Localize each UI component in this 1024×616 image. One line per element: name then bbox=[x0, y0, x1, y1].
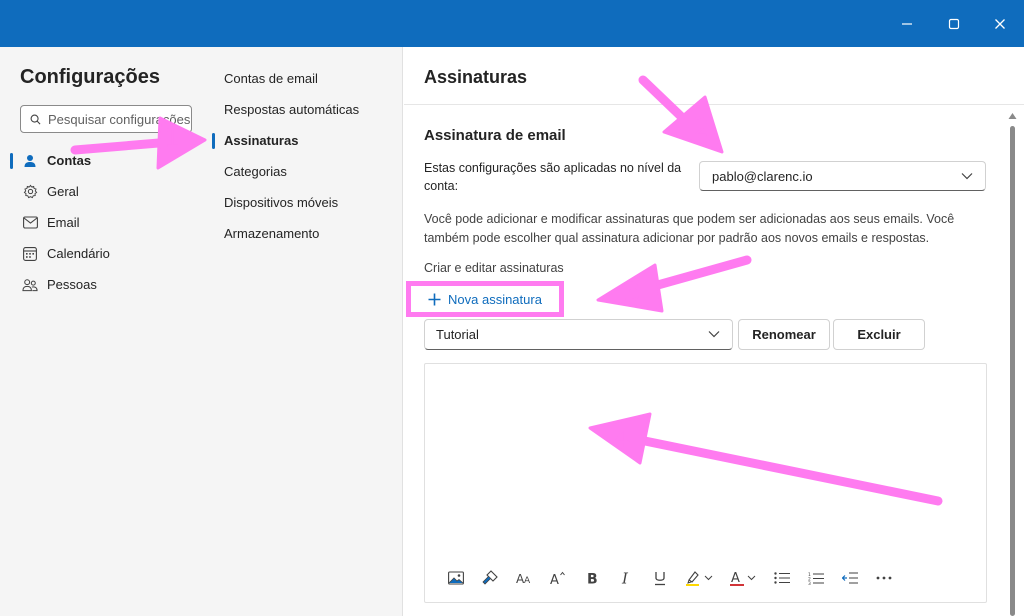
nav-item-label: Email bbox=[47, 215, 80, 230]
font-grow-icon[interactable]: A bbox=[541, 566, 575, 590]
italic-icon[interactable]: I bbox=[609, 566, 643, 590]
minimize-button[interactable] bbox=[884, 0, 930, 47]
chevron-down-icon bbox=[708, 331, 720, 338]
subnav-item-respostas-automaticas[interactable]: Respostas automáticas bbox=[212, 94, 402, 125]
delete-button[interactable]: Excluir bbox=[833, 319, 925, 350]
signatures-panel: Assinaturas Assinatura de email Estas co… bbox=[404, 47, 1024, 616]
underline-icon[interactable] bbox=[643, 566, 677, 590]
new-signature-button[interactable]: Nova assinatura bbox=[406, 281, 564, 317]
nav-item-email[interactable]: Email bbox=[0, 207, 200, 238]
highlight-icon[interactable] bbox=[677, 566, 721, 590]
title-bar bbox=[0, 0, 1024, 47]
minimize-icon bbox=[902, 22, 912, 25]
account-select[interactable]: pablo@clarenc.io bbox=[699, 161, 986, 191]
svg-text:I: I bbox=[621, 571, 629, 585]
mail-icon bbox=[22, 215, 38, 231]
svg-text:A: A bbox=[524, 576, 531, 585]
nav-item-label: Contas bbox=[47, 153, 92, 168]
svg-text:A: A bbox=[550, 573, 559, 585]
annotation-label-1: 1 bbox=[164, 124, 181, 154]
image-icon[interactable] bbox=[439, 566, 473, 590]
search-icon bbox=[30, 114, 41, 125]
scrollbar[interactable] bbox=[1010, 126, 1015, 616]
account-scope-label: Estas configurações são aplicadas no nív… bbox=[424, 161, 682, 193]
format-painter-icon[interactable] bbox=[473, 566, 507, 590]
annotation-label-3: 3 bbox=[624, 278, 641, 308]
font-color-icon[interactable]: A bbox=[721, 566, 765, 590]
person-icon bbox=[22, 153, 38, 169]
gear-icon bbox=[22, 184, 38, 200]
page-title: Assinaturas bbox=[424, 67, 528, 87]
outdent-icon[interactable] bbox=[833, 566, 867, 590]
close-icon bbox=[995, 18, 1005, 29]
font-size-icon[interactable]: AA bbox=[507, 566, 541, 590]
annotation-label-4: 4 bbox=[614, 424, 631, 454]
close-button[interactable] bbox=[977, 0, 1023, 47]
subnav-item-armazenamento[interactable]: Armazenamento bbox=[212, 218, 402, 249]
svg-text:3: 3 bbox=[808, 581, 811, 585]
panel-header: Assinaturas bbox=[404, 47, 1024, 105]
signature-select[interactable]: Tutorial bbox=[424, 319, 733, 350]
format-toolbar: AA A B I A 1 2 3 bbox=[439, 566, 901, 590]
rename-button[interactable]: Renomear bbox=[738, 319, 830, 350]
maximize-icon bbox=[948, 18, 960, 29]
subnav-item-dispositivos-moveis[interactable]: Dispositivos móveis bbox=[212, 187, 402, 218]
section-title: Assinatura de email bbox=[424, 127, 566, 144]
chevron-down-icon bbox=[747, 575, 756, 581]
settings-left-pane: Configurações Contas Geral Email bbox=[0, 47, 403, 616]
nav-item-label: Pessoas bbox=[47, 277, 97, 292]
signature-select-value: Tutorial bbox=[436, 327, 479, 342]
chevron-down-icon bbox=[961, 173, 973, 180]
maximize-button[interactable] bbox=[931, 0, 977, 47]
people-icon bbox=[22, 277, 38, 293]
create-edit-label: Criar e editar assinaturas bbox=[424, 261, 564, 275]
account-select-value: pablo@clarenc.io bbox=[712, 168, 813, 184]
chevron-down-icon bbox=[704, 575, 713, 581]
subnav-item-categorias[interactable]: Categorias bbox=[212, 156, 402, 187]
new-signature-label: Nova assinatura bbox=[448, 291, 542, 307]
bullets-icon[interactable] bbox=[765, 566, 799, 590]
nav-item-geral[interactable]: Geral bbox=[0, 176, 200, 207]
settings-subnav: Contas de email Respostas automáticas As… bbox=[212, 63, 402, 249]
nav-item-pessoas[interactable]: Pessoas bbox=[0, 269, 200, 300]
subnav-item-contas-de-email[interactable]: Contas de email bbox=[212, 63, 402, 94]
signature-description: Você pode adicionar e modificar assinatu… bbox=[424, 212, 955, 245]
svg-text:A: A bbox=[731, 571, 740, 586]
nav-item-label: Calendário bbox=[47, 246, 110, 261]
signature-editor[interactable]: AA A B I A 1 2 3 bbox=[424, 363, 987, 603]
settings-nav: Contas Geral Email Calendário Pessoas bbox=[0, 145, 200, 300]
bold-icon[interactable]: B bbox=[575, 566, 609, 590]
subnav-item-assinaturas[interactable]: Assinaturas bbox=[212, 125, 402, 156]
nav-item-label: Geral bbox=[47, 184, 79, 199]
plus-icon bbox=[428, 293, 441, 305]
annotation-label-2: 2 bbox=[693, 113, 710, 143]
nav-item-calendario[interactable]: Calendário bbox=[0, 238, 200, 269]
svg-text:B: B bbox=[587, 572, 598, 586]
settings-title: Configurações bbox=[20, 66, 161, 88]
scroll-up-icon[interactable] bbox=[1008, 112, 1017, 120]
calendar-icon bbox=[22, 246, 38, 262]
numbering-icon[interactable]: 123 bbox=[799, 566, 833, 590]
more-icon[interactable] bbox=[867, 566, 901, 590]
